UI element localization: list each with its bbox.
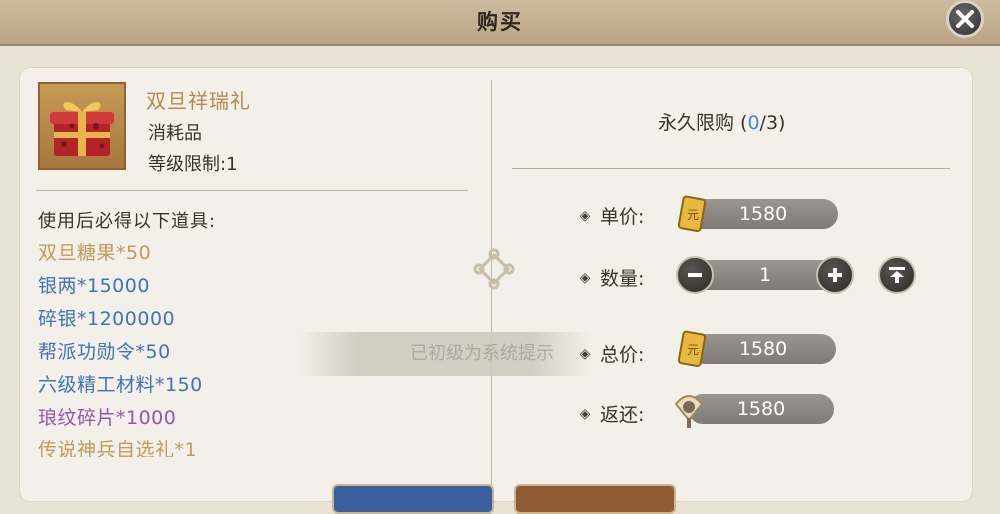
reward-item: 琅纹碎片*1000 (38, 407, 177, 429)
decrease-button[interactable] (676, 256, 714, 294)
title-bar: 购买 (0, 0, 1000, 46)
svg-text:元: 元 (687, 208, 699, 222)
gift-box-icon (50, 101, 114, 156)
total-label: ◈ 总价: (578, 340, 645, 367)
rebate-label: ◈ 返还: (578, 400, 645, 427)
close-button[interactable] (946, 0, 984, 38)
reward-item: 传说神兵自选礼*1 (38, 439, 198, 457)
gold-ingot-ticket-icon: 元 (677, 195, 707, 233)
diamond-bullet-icon: ◈ (579, 405, 591, 422)
item-icon-frame (38, 82, 126, 170)
plus-icon (828, 268, 842, 282)
reward-item: 六级精工材料*150 (38, 374, 203, 396)
item-type: 消耗品 (148, 123, 202, 144)
limit-current: 0 (747, 112, 760, 134)
toast-message: 已初级为系统提示 (300, 332, 590, 376)
item-level-limit: 等级限制:1 (148, 154, 238, 175)
purchase-limit: 永久限购 (0/3) (658, 108, 785, 135)
close-icon (956, 10, 974, 28)
increase-button[interactable] (816, 256, 854, 294)
total-value: 1580 (690, 334, 836, 364)
unit-price-label: ◈ 单价: (578, 202, 645, 229)
item-name: 双旦祥瑞礼 (146, 89, 251, 113)
minus-icon (688, 273, 702, 277)
reward-item: 碎银*1200000 (38, 308, 176, 330)
reward-item: 帮派功勋令*50 (38, 341, 171, 363)
divider (512, 168, 950, 169)
dialog-title: 购买 (477, 10, 523, 34)
rewards-title: 使用后必得以下道具: (38, 211, 217, 232)
rebate-value: 1580 (688, 394, 834, 424)
unit-price-value: 1580 (688, 199, 838, 229)
limit-suffix: /3) (759, 112, 786, 134)
gold-ingot-ticket-icon: 元 (677, 330, 707, 368)
svg-text:元: 元 (687, 343, 699, 357)
max-arrow-icon (889, 267, 905, 283)
reward-item: 双旦糖果*50 (38, 242, 152, 264)
fan-token-icon (674, 395, 704, 428)
rebate-text: 返还: (600, 404, 645, 426)
diamond-bullet-icon: ◈ (579, 269, 591, 286)
cancel-button[interactable] (332, 484, 494, 514)
total-text: 总价: (600, 344, 645, 366)
reward-item: 银两*15000 (38, 275, 150, 297)
quantity-text: 数量: (600, 268, 645, 290)
divider (36, 190, 468, 191)
max-quantity-button[interactable] (878, 256, 916, 294)
ornament-icon (473, 248, 515, 290)
limit-prefix: 永久限购 ( (658, 112, 748, 134)
confirm-button[interactable] (514, 484, 676, 514)
quantity-label: ◈ 数量: (578, 264, 645, 291)
diamond-bullet-icon: ◈ (579, 345, 591, 362)
diamond-bullet-icon: ◈ (579, 207, 591, 224)
unit-price-text: 单价: (600, 206, 645, 228)
